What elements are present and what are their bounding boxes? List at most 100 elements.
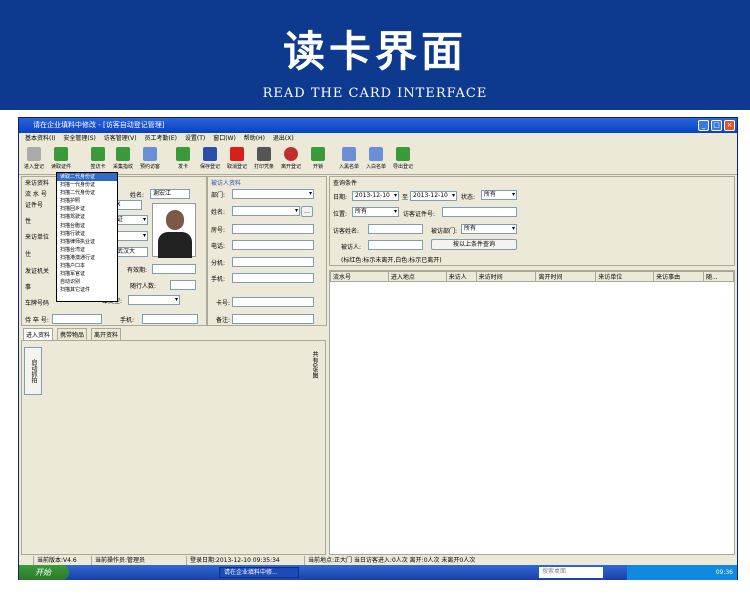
ext-label: 分机:	[211, 260, 226, 267]
date-from-select[interactable]: 2013-12-10	[352, 191, 399, 201]
records-grid[interactable]: 流水号 进入地点 来访人 来访时间 离开时间 来访单位 来访事由 随...	[329, 270, 735, 555]
minimize-button[interactable]: _	[698, 120, 709, 131]
grid-header[interactable]: 来访单位	[595, 271, 655, 282]
dropdown-item[interactable]: 扫描台胞证	[57, 222, 117, 230]
room-field[interactable]	[232, 224, 314, 234]
fingerprint-button[interactable]: 采集指纹	[112, 147, 134, 170]
state-select[interactable]: 所有	[481, 190, 517, 200]
dropdown-item[interactable]: 扫描驾驶证	[57, 213, 117, 221]
enter-button[interactable]: 进入登记	[23, 147, 45, 170]
remark-field[interactable]	[232, 314, 314, 324]
car-type-select[interactable]	[128, 295, 180, 305]
unlock-button[interactable]: 开锁	[307, 147, 329, 170]
card-no-field[interactable]	[232, 297, 314, 307]
visitor-photo	[152, 203, 196, 258]
host-name-select[interactable]	[232, 206, 300, 216]
banner-subtitle: READ THE CARD INTERFACE	[262, 86, 488, 101]
menu-item[interactable]: 安全管理(S)	[63, 135, 96, 142]
dropdown-item[interactable]: 扫描护照	[57, 197, 117, 205]
host-label: 被访人:	[341, 244, 362, 251]
vname-field[interactable]	[368, 224, 423, 234]
mobile-field[interactable]	[232, 273, 314, 283]
idno-field[interactable]	[442, 207, 517, 217]
dropdown-item[interactable]: 扫描军官证	[57, 270, 117, 278]
start-button[interactable]: 开始	[19, 565, 69, 580]
grid-header[interactable]: 离开时间	[535, 271, 597, 282]
menu-item[interactable]: 访客管理(V)	[104, 135, 137, 142]
unit-label: 来访单位	[25, 234, 50, 241]
dropdown-item[interactable]: 扫描二代身份证	[57, 189, 117, 197]
valid-field[interactable]	[152, 264, 196, 274]
dropdown-item[interactable]: 扫描一代身份证	[57, 181, 117, 189]
host-field[interactable]	[368, 240, 423, 250]
close-button[interactable]: ×	[724, 120, 735, 131]
dropdown-item[interactable]: 扫描行驶证	[57, 230, 117, 238]
dropdown-item[interactable]: 扫描律师执业证	[57, 238, 117, 246]
grid-header[interactable]: 随...	[702, 271, 735, 282]
photo-face	[166, 210, 184, 230]
companions-field[interactable]	[170, 280, 196, 290]
task-button[interactable]: 请在企业填料中修...	[219, 567, 299, 578]
status-version: 当前版本:V4.6	[33, 556, 77, 565]
dropdown-item[interactable]: 扫描台湾证	[57, 246, 117, 254]
read-card-button[interactable]: 读取证件	[50, 147, 72, 170]
pos-select[interactable]: 所有	[352, 207, 399, 217]
whitelist-button[interactable]: 入白名单	[365, 147, 387, 170]
issue-card-button[interactable]: 签访卡	[87, 147, 109, 170]
menu-item[interactable]: 窗口(W)	[213, 135, 236, 142]
card-type-dropdown[interactable]: 读取二代身份证 扫描一代身份证 扫描二代身份证 扫描护照 扫描回乡证 扫描驾驶证…	[56, 172, 118, 302]
date-label: 日期:	[333, 194, 348, 201]
leave-button[interactable]: 离开登记	[280, 147, 302, 170]
grid-header[interactable]: 来访事由	[653, 271, 704, 282]
reason-label: 事	[25, 284, 32, 291]
printer-icon	[257, 147, 271, 161]
grid-header[interactable]: 来访时间	[475, 271, 537, 282]
status-login: 登录日期:2013-12-10 09:35:34	[186, 556, 280, 565]
x-icon	[230, 147, 244, 161]
menu-item[interactable]: 基本资料(I)	[25, 135, 55, 142]
search-desktop-field[interactable]: 搜索桌面	[539, 567, 603, 578]
maximize-button[interactable]: □	[711, 120, 722, 131]
arrow-down-icon	[311, 147, 325, 161]
dept-select[interactable]	[232, 189, 314, 199]
escort-field[interactable]	[52, 314, 102, 324]
photo-body	[158, 232, 192, 258]
dropdown-item[interactable]: 扫描回乡证	[57, 205, 117, 213]
name-field[interactable]: 谢宏江	[150, 189, 190, 199]
grid-header[interactable]: 进入地点	[387, 271, 447, 282]
dropdown-item[interactable]: 扫描其它证件	[57, 286, 117, 294]
print-button[interactable]: 打印凭条	[253, 147, 275, 170]
tel-field[interactable]	[232, 240, 314, 250]
phone-field[interactable]	[142, 314, 198, 324]
menu-item[interactable]: 设置(T)	[185, 135, 205, 142]
visitor-section-label: 来访资料	[25, 180, 50, 187]
ext-field[interactable]	[232, 257, 314, 267]
dropdown-item[interactable]: 扫描户口本	[57, 262, 117, 270]
reserve-button[interactable]: 预约访客	[139, 147, 161, 170]
idno-label: 访客证件号:	[403, 211, 436, 218]
cancel-button[interactable]: 取消登记	[226, 147, 248, 170]
serial-label: 流 水 号	[25, 191, 47, 198]
search-button[interactable]: 按以上条件查询	[431, 239, 517, 250]
capture-button[interactable]: 启动抓拍	[24, 347, 42, 395]
document-icon	[342, 147, 356, 161]
menu-item[interactable]: 帮助(H)	[244, 135, 265, 142]
card-label: 证件号	[25, 202, 44, 209]
export-button[interactable]: 导出登记	[392, 147, 414, 170]
dropdown-item[interactable]: 扫描港澳通行证	[57, 254, 117, 262]
menu-item[interactable]: 员工考勤(E)	[145, 135, 177, 142]
date-to-select[interactable]: 2013-12-10	[410, 191, 457, 201]
valid-label: 有效期:	[127, 267, 148, 274]
browse-button[interactable]: ...	[301, 206, 313, 217]
save-button[interactable]: 保存登记	[199, 147, 221, 170]
grid-header[interactable]: 流水号	[330, 271, 389, 282]
grid-header[interactable]: 来访人	[445, 271, 477, 282]
query-dept-select[interactable]: 所有	[461, 224, 517, 234]
menu-item[interactable]: 退出(X)	[273, 135, 294, 142]
blacklist-button[interactable]: 入黑名单	[338, 147, 360, 170]
issue-button[interactable]: 发卡	[172, 147, 194, 170]
remark-label: 备注:	[216, 317, 231, 324]
dropdown-item[interactable]: 读取二代身份证	[57, 173, 117, 182]
color-note: (标红色:标示未离开,白色:标示已离开)	[341, 257, 442, 264]
dropdown-item[interactable]: 自动识别	[57, 278, 117, 286]
